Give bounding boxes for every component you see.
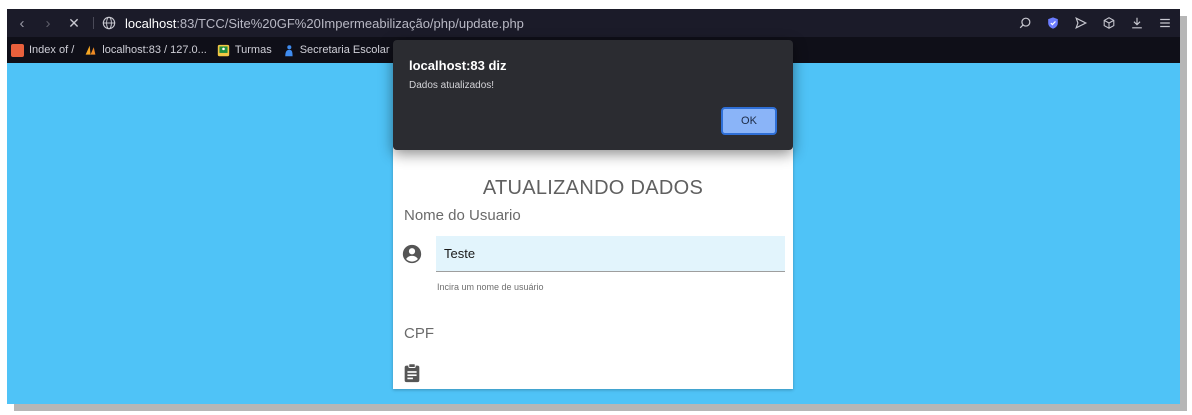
stop-loading-icon[interactable]: ✕ bbox=[63, 12, 85, 34]
toolbar-right bbox=[1018, 9, 1172, 37]
username-helper-text: Incira um nome de usuário bbox=[437, 282, 544, 292]
alert-dialog: localhost:83 diz Dados atualizados! OK bbox=[393, 40, 793, 150]
download-icon[interactable] bbox=[1130, 16, 1144, 30]
globe-icon bbox=[102, 16, 116, 30]
divider bbox=[93, 17, 94, 29]
account-circle-icon bbox=[402, 244, 422, 264]
username-label: Nome do Usuario bbox=[404, 207, 521, 224]
url-field[interactable]: localhost:83/TCC/Site%20GF%20Impermeabil… bbox=[125, 16, 524, 31]
ok-button[interactable]: OK bbox=[721, 107, 777, 135]
username-input[interactable]: Teste bbox=[436, 236, 785, 272]
classroom-icon bbox=[217, 44, 230, 56]
bookmark-label: Turmas bbox=[234, 44, 272, 56]
bookmark-turmas[interactable]: Turmas bbox=[217, 44, 272, 57]
page-title: ATUALIZANDO DADOS bbox=[482, 177, 704, 199]
dialog-title: localhost:83 diz bbox=[409, 58, 507, 73]
dialog-message: Dados atualizados! bbox=[409, 80, 495, 91]
bookmark-index-of[interactable]: Index of / bbox=[11, 43, 75, 57]
url-path: :83/TCC/Site%20GF%20Impermeabilização/ph… bbox=[176, 15, 524, 31]
person-icon bbox=[284, 44, 293, 56]
forward-icon[interactable]: › bbox=[37, 12, 59, 34]
cube-icon[interactable] bbox=[1102, 16, 1116, 30]
sailboat-icon bbox=[85, 45, 96, 55]
menu-icon[interactable] bbox=[1158, 16, 1172, 30]
send-icon[interactable] bbox=[1074, 16, 1088, 30]
folder-icon bbox=[11, 43, 24, 57]
search-icon[interactable] bbox=[1018, 16, 1032, 30]
shield-icon[interactable] bbox=[1046, 16, 1060, 30]
address-bar: ‹ › ✕ localhost:83/TCC/Site%20GF%20Imper… bbox=[7, 9, 1180, 37]
cpf-label: CPF bbox=[404, 325, 434, 342]
username-row: Teste bbox=[401, 236, 785, 272]
clipboard-icon bbox=[404, 363, 420, 383]
update-form-card: ATUALIZANDO DADOS Nome do Usuario Teste … bbox=[393, 147, 793, 389]
back-icon[interactable]: ‹ bbox=[11, 12, 33, 34]
bookmark-label: localhost:83 / 127.0... bbox=[102, 44, 207, 56]
bookmark-label: Secretaria Escolar bbox=[299, 44, 390, 56]
url-host: localhost bbox=[125, 15, 177, 31]
cpf-row bbox=[401, 355, 785, 391]
bookmark-phpmyadmin[interactable]: localhost:83 / 127.0... bbox=[84, 44, 207, 57]
bookmark-label: Index of / bbox=[29, 44, 75, 56]
bookmark-secretaria[interactable]: Secretaria Escolar bbox=[282, 44, 390, 57]
browser-window: ‹ › ✕ localhost:83/TCC/Site%20GF%20Imper… bbox=[7, 9, 1180, 404]
